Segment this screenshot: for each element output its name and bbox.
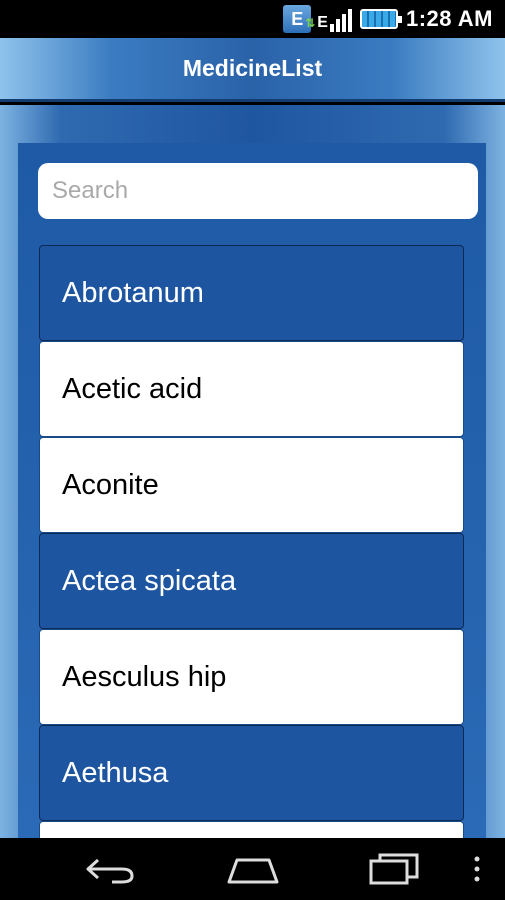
list-item[interactable]: [39, 821, 464, 838]
back-icon[interactable]: [84, 852, 138, 886]
notification-e-letter: E: [291, 9, 304, 29]
system-nav-bar: [0, 838, 505, 900]
status-bar: E ⇅ E 1:28 AM: [0, 0, 505, 38]
list-item[interactable]: Aconite: [39, 437, 464, 533]
list-item[interactable]: Aesculus hip: [39, 629, 464, 725]
medicine-list: Abrotanum Acetic acid Aconite Actea spicata…: [39, 245, 464, 838]
list-item-label: Aethusa: [62, 756, 169, 789]
status-time: 1:28 AM: [405, 6, 493, 31]
app-header: MedicineList: [0, 38, 505, 102]
battery-icon: [359, 9, 402, 29]
page-title: MedicineList: [182, 55, 323, 81]
recent-apps-icon[interactable]: [368, 852, 420, 886]
list-item[interactable]: Actea spicata: [39, 533, 464, 629]
list-item-label: Aesculus hip: [62, 660, 227, 693]
home-icon[interactable]: [225, 852, 281, 886]
overflow-menu-icon[interactable]: [470, 852, 484, 886]
notification-e-icon: E ⇅: [283, 5, 315, 33]
list-item[interactable]: Acetic acid: [39, 341, 464, 437]
list-item[interactable]: Abrotanum: [39, 245, 464, 341]
list-item-label: Abrotanum: [62, 276, 204, 309]
list-item-label: Actea spicata: [62, 564, 237, 597]
data-activity-icon: ⇅: [305, 16, 316, 30]
list-item[interactable]: Aethusa: [39, 725, 464, 821]
list-item-label: Aconite: [62, 468, 159, 501]
network-type-label: E: [317, 14, 328, 31]
signal-icon: E: [317, 6, 354, 32]
status-icons: E ⇅ E 1:28 AM: [283, 0, 505, 38]
main-content: Abrotanum Acetic acid Aconite Actea spicata…: [0, 105, 505, 838]
search-input[interactable]: [38, 163, 478, 219]
list-item-label: Acetic acid: [62, 372, 203, 405]
